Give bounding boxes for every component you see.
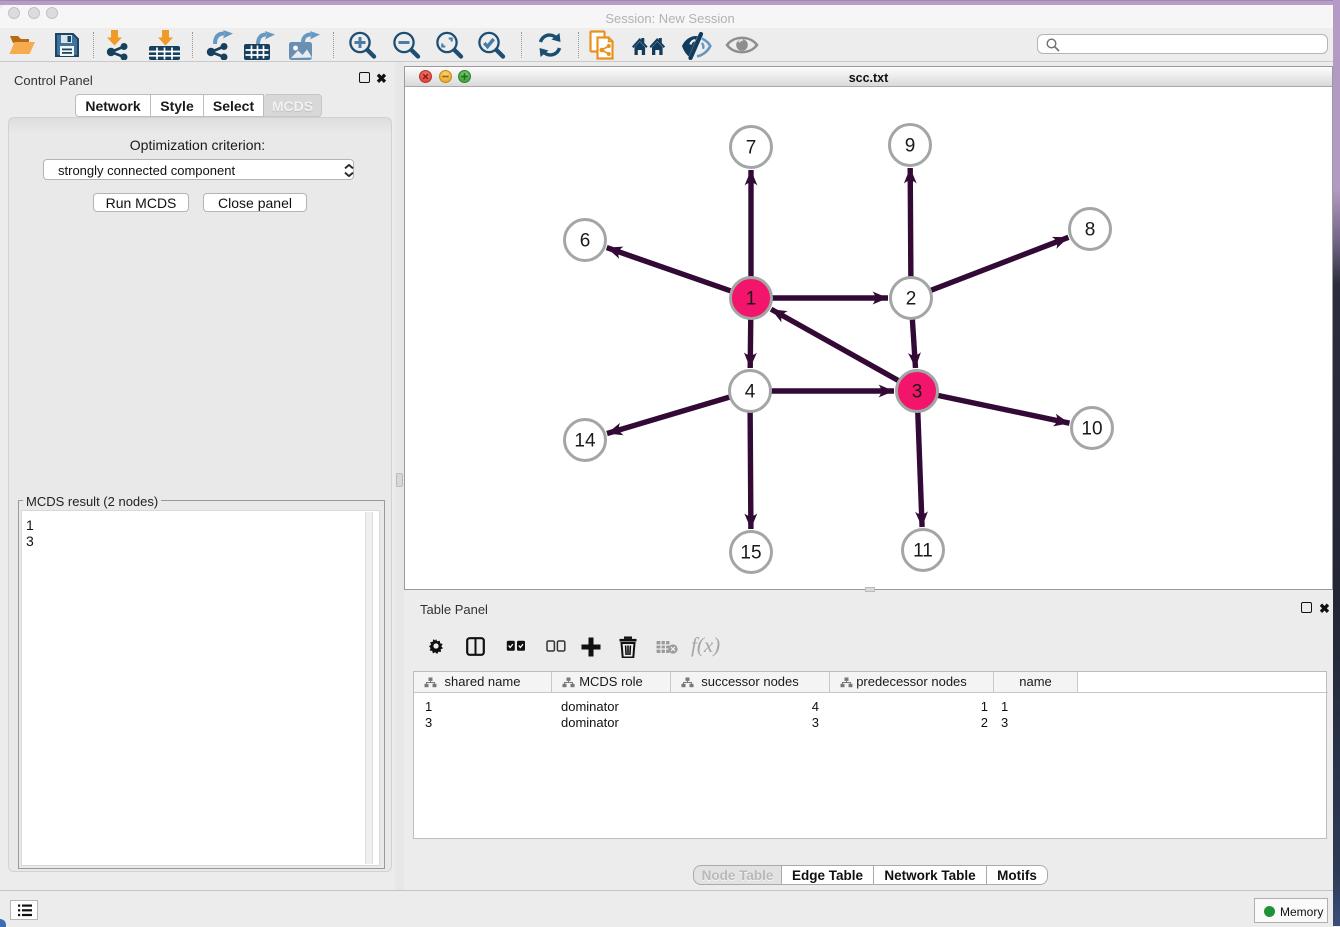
svg-text:11: 11 bbox=[913, 541, 933, 562]
svg-text:6: 6 bbox=[580, 231, 591, 252]
svg-text:7: 7 bbox=[746, 138, 757, 159]
svg-text:4: 4 bbox=[745, 382, 756, 403]
svg-text:8: 8 bbox=[1085, 220, 1096, 241]
svg-text:1: 1 bbox=[746, 289, 757, 310]
svg-text:9: 9 bbox=[905, 136, 916, 157]
svg-text:14: 14 bbox=[574, 431, 596, 452]
svg-text:10: 10 bbox=[1081, 419, 1102, 440]
svg-text:15: 15 bbox=[740, 543, 761, 564]
svg-text:2: 2 bbox=[906, 289, 917, 310]
svg-text:3: 3 bbox=[912, 382, 923, 403]
